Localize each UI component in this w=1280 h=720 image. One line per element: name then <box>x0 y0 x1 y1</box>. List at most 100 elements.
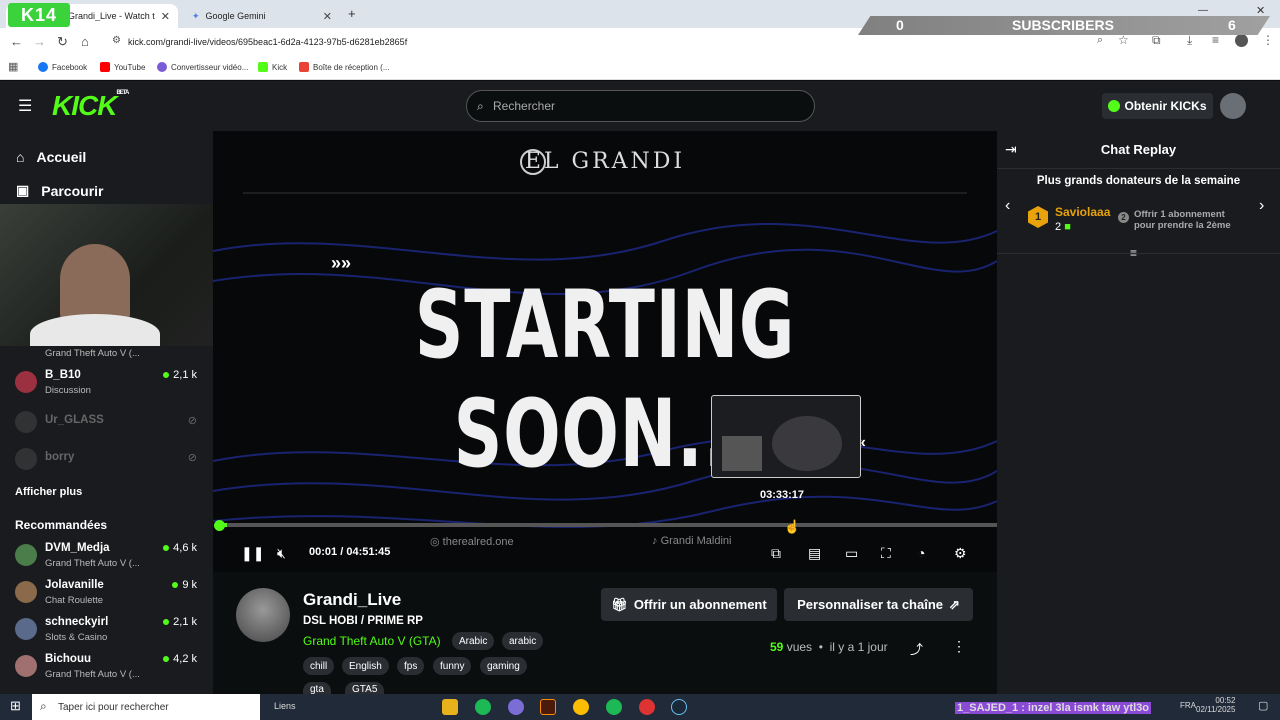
reading-list-icon[interactable]: ≡ <box>1212 33 1219 47</box>
close-tab-icon[interactable]: ✕ <box>161 10 170 23</box>
zoom-icon[interactable]: ⌕ <box>1097 34 1103 47</box>
tab-gemini[interactable]: ✦ Google Gemini ✕ <box>184 4 340 28</box>
theater-mode-icon[interactable]: ▭ <box>845 545 858 562</box>
forward-icon[interactable]: → <box>33 34 46 49</box>
tag[interactable]: funny <box>433 657 472 675</box>
notifications-icon[interactable]: ▢ <box>1258 699 1268 712</box>
url-input[interactable]: ⚙ kick.com/grandi-live/videos/695beac1-6… <box>106 33 1136 51</box>
home-icon[interactable]: ⌂ <box>81 34 89 49</box>
system-clock[interactable]: 00:52 02/11/2025 <box>1196 696 1235 714</box>
minimize-icon[interactable]: — <box>1198 5 1208 16</box>
sidebar-channel-item[interactable]: Ur_GLASS ⊘ <box>15 407 205 439</box>
app-icon[interactable] <box>639 699 655 715</box>
tag[interactable]: chill <box>303 657 335 675</box>
seek-bar[interactable] <box>219 523 997 527</box>
channel-name: Jolavanille <box>45 579 104 591</box>
tab-label: Grandi_Live - Watch the VOD o <box>68 11 155 21</box>
clock-time: 00:52 <box>1215 696 1236 705</box>
app-icon[interactable] <box>508 699 524 715</box>
seek-handle[interactable] <box>214 520 225 531</box>
channel-name[interactable]: Grandi_Live <box>303 590 401 610</box>
user-avatar[interactable] <box>1220 93 1246 119</box>
download-icon[interactable]: ⤓ <box>1187 33 1192 48</box>
close-tab-icon[interactable]: ✕ <box>323 10 332 23</box>
nav-browse[interactable]: ▣ Parcourir <box>16 182 103 199</box>
bookmark-converter[interactable]: Convertisseur vidéo... <box>157 62 248 72</box>
donor-count-value: 2 <box>1055 221 1062 233</box>
sidebar-channel-item[interactable]: schneckyirl Slots & Casino 2,1 k <box>15 616 205 648</box>
spotify-icon[interactable] <box>475 699 491 715</box>
taskbar-search-input[interactable]: ⌕ Taper ici pour rechercher <box>32 694 260 720</box>
sidebar-channel-item[interactable]: Bichouu Grand Theft Auto V (... 4,2 k <box>15 653 205 685</box>
site-info-icon[interactable]: ⚙ <box>112 35 121 46</box>
avatar <box>15 371 37 393</box>
language-indicator[interactable]: FRA <box>1180 701 1196 710</box>
bookmark-star-icon[interactable]: ☆ <box>1118 33 1129 47</box>
bookmark-youtube[interactable]: YouTube <box>100 62 145 72</box>
channel-name: schneckyirl <box>45 616 109 628</box>
illustrator-icon[interactable] <box>540 699 556 715</box>
tag[interactable]: GTA5 <box>345 682 385 695</box>
reload-icon[interactable]: ↻ <box>57 34 68 50</box>
links-toolbar[interactable]: Liens <box>274 701 296 711</box>
watermark-text: therealred.one <box>442 536 514 548</box>
spotify-icon[interactable] <box>606 699 622 715</box>
pip-icon[interactable]: ⧉ <box>771 545 781 562</box>
k14-badge: K14 <box>8 3 70 27</box>
bookmark-facebook[interactable]: Facebook <box>38 62 87 72</box>
new-tab-icon[interactable]: + <box>348 6 356 21</box>
hamburger-menu-icon[interactable]: ☰ <box>18 96 32 116</box>
customize-channel-button[interactable]: Personnaliser ta chaîne ⇗ <box>784 588 973 621</box>
tag[interactable]: English <box>342 657 389 675</box>
apps-grid-icon[interactable]: ▦ <box>8 60 18 73</box>
sidebar-channel-item[interactable]: borry ⊘ <box>15 444 205 476</box>
tag[interactable]: fps <box>397 657 425 675</box>
bookmark-kick[interactable]: Kick <box>258 62 287 72</box>
get-kicks-button[interactable]: Obtenir KICKs <box>1102 93 1213 119</box>
tag[interactable]: gaming <box>480 657 527 675</box>
tag[interactable]: Arabic <box>452 632 495 650</box>
kick-logo[interactable]: KICKBETA <box>52 90 129 122</box>
bookmark-gmail[interactable]: Boîte de réception (... <box>299 62 390 72</box>
chevron-left-icon[interactable]: ‹ <box>1005 197 1010 215</box>
file-explorer-icon[interactable] <box>442 699 458 715</box>
back-icon[interactable]: ← <box>10 34 23 49</box>
avatar <box>15 544 37 566</box>
close-window-icon[interactable]: ✕ <box>1256 4 1265 17</box>
tag[interactable]: gta <box>303 682 331 695</box>
gift-sub-button[interactable]: 🎁︎ Offrir un abonnement <box>601 588 777 621</box>
gift-sub-label: Offrir un abonnement <box>633 597 767 612</box>
more-options-icon[interactable]: ⋮ <box>952 638 966 655</box>
show-more-link[interactable]: Afficher plus <box>15 486 82 498</box>
chat-title: Chat Replay <box>997 131 1280 169</box>
share-icon[interactable]: ⤴ <box>910 639 923 658</box>
category-link[interactable]: Grand Theft Auto V (GTA) <box>303 634 441 648</box>
playback-speed-icon[interactable]: ◔ <box>917 545 925 561</box>
video-player[interactable]: EL GRANDI »» STARTING SOON... « <box>213 131 997 572</box>
extensions-icon[interactable]: ⧉ <box>1152 33 1161 48</box>
tag[interactable]: arabic <box>502 632 544 650</box>
search-input[interactable]: ⌕ Rechercher <box>466 90 815 122</box>
chevron-right-icon[interactable]: › <box>1259 197 1264 215</box>
steam-icon[interactable] <box>671 699 687 715</box>
sidebar-channel-item[interactable]: Jolavanille Chat Roulette 9 k <box>15 579 205 611</box>
sidebar-channel-item[interactable]: B_B10 Discussion 2,1 k <box>15 369 205 401</box>
nav-home[interactable]: ⌂ Accueil <box>16 149 86 165</box>
pause-icon[interactable]: ❚❚ <box>241 545 264 562</box>
tab-label: Google Gemini <box>205 11 266 21</box>
donor-name[interactable]: Saviolaaa <box>1055 205 1110 219</box>
cursor-icon: ☝ <box>784 519 801 534</box>
view-stats: 59 vues • il y a 1 jour <box>770 640 888 654</box>
settings-gear-icon[interactable]: ⚙ <box>954 545 967 562</box>
channel-avatar[interactable] <box>236 588 290 642</box>
gemini-icon: ✦ <box>192 10 200 21</box>
clip-icon[interactable]: ▤ <box>808 545 821 562</box>
chrome-icon[interactable] <box>573 699 589 715</box>
fullscreen-icon[interactable]: ⛶ <box>881 545 891 562</box>
profile-avatar[interactable] <box>1235 34 1248 47</box>
channel-name: Bichouu <box>45 653 91 665</box>
sidebar-channel-item[interactable]: DVM_Medja Grand Theft Auto V (... 4,6 k <box>15 542 205 574</box>
windows-start-icon[interactable]: ⊞ <box>10 698 21 714</box>
menu-dots-icon[interactable]: ⋮ <box>1262 33 1274 47</box>
mute-icon[interactable]: 🔇︎ <box>277 545 286 562</box>
